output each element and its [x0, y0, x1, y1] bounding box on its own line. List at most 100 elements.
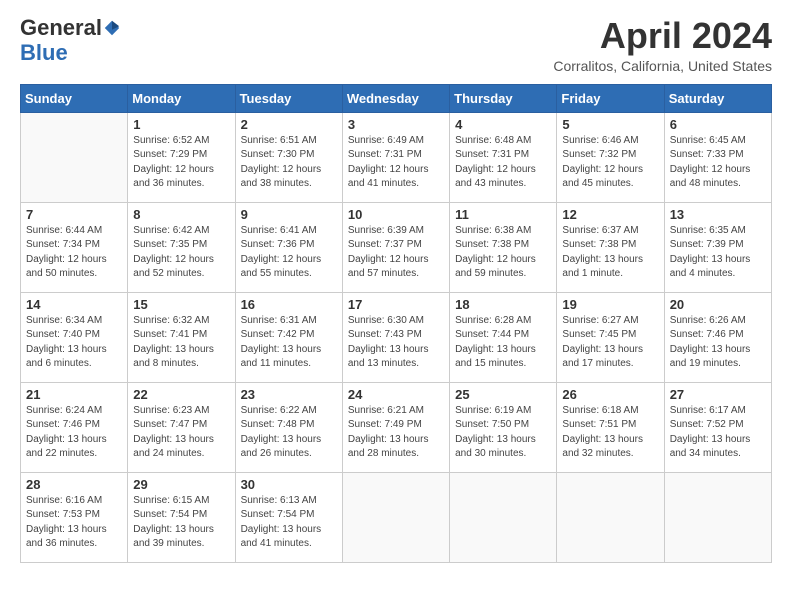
calendar-cell: 23 Sunrise: 6:22 AMSunset: 7:48 PMDayligh… — [235, 382, 342, 472]
week-row-4: 21Sunrise: 6:24 AMSunset: 7:46 PMDayligh… — [21, 382, 772, 472]
day-info: Sunrise: 6:26 AMSunset: 7:46 PMDaylight:… — [670, 314, 766, 372]
calendar-cell: 29 Sunrise: 6:15 AMSunset: 7:54 PMDayligh… — [128, 472, 235, 562]
calendar-cell: 27 Sunrise: 6:17 AMSunset: 7:52 PMDayligh… — [664, 382, 771, 472]
day-number: 5 — [562, 117, 658, 132]
calendar-table: SundayMondayTuesdayWednesdayThursdayFrid… — [20, 84, 772, 563]
day-number: 30 — [241, 477, 337, 492]
day-number: 2 — [241, 117, 337, 132]
calendar-cell — [450, 472, 557, 562]
day-number: 13 — [670, 207, 766, 222]
day-number: 26 — [562, 387, 658, 402]
day-info: Sunrise: 6:32 AMSunset: 7:41 PMDaylight:… — [133, 314, 229, 372]
day-number: 19 — [562, 297, 658, 312]
day-number: 15 — [133, 297, 229, 312]
day-info: Sunrise: 6:21 AMSunset: 7:49 PMDaylight:… — [348, 404, 444, 462]
weekday-header-saturday: Saturday — [664, 84, 771, 112]
day-number: 9 — [241, 207, 337, 222]
page-header: General Blue April 2024 Corralitos, Cali… — [20, 16, 772, 74]
day-number: 6 — [670, 117, 766, 132]
day-info: Sunrise: 6:52 AMSunset: 7:29 PMDaylight:… — [133, 134, 229, 192]
day-number: 10 — [348, 207, 444, 222]
weekday-header-tuesday: Tuesday — [235, 84, 342, 112]
day-info: Sunrise: 6:46 AMSunset: 7:32 PMDaylight:… — [562, 134, 658, 192]
week-row-5: 28 Sunrise: 6:16 AMSunset: 7:53 PMDayligh… — [21, 472, 772, 562]
day-info: Sunrise: 6:17 AMSunset: 7:52 PMDaylight:… — [670, 404, 766, 462]
day-number: 21 — [26, 387, 122, 402]
day-info: Sunrise: 6:22 AMSunset: 7:48 PMDaylight:… — [241, 404, 337, 462]
title-area: April 2024 Corralitos, California, Unite… — [553, 16, 772, 74]
week-row-3: 14Sunrise: 6:34 AMSunset: 7:40 PMDayligh… — [21, 292, 772, 382]
calendar-cell: 7 Sunrise: 6:44 AMSunset: 7:34 PMDaylight… — [21, 202, 128, 292]
day-number: 8 — [133, 207, 229, 222]
day-info: Sunrise: 6:30 AMSunset: 7:43 PMDaylight:… — [348, 314, 444, 372]
day-info: Sunrise: 6:39 AMSunset: 7:37 PMDaylight:… — [348, 224, 444, 282]
day-number: 17 — [348, 297, 444, 312]
calendar-cell: 20 Sunrise: 6:26 AMSunset: 7:46 PMDayligh… — [664, 292, 771, 382]
calendar-cell: 12 Sunrise: 6:37 AMSunset: 7:38 PMDayligh… — [557, 202, 664, 292]
day-info: Sunrise: 6:23 AMSunset: 7:47 PMDaylight:… — [133, 404, 229, 462]
day-number: 23 — [241, 387, 337, 402]
day-number: 16 — [241, 297, 337, 312]
week-row-2: 7 Sunrise: 6:44 AMSunset: 7:34 PMDaylight… — [21, 202, 772, 292]
calendar-cell: 15 Sunrise: 6:32 AMSunset: 7:41 PMDayligh… — [128, 292, 235, 382]
calendar-cell: 5 Sunrise: 6:46 AMSunset: 7:32 PMDaylight… — [557, 112, 664, 202]
day-number: 25 — [455, 387, 551, 402]
day-number: 24 — [348, 387, 444, 402]
week-row-1: 1 Sunrise: 6:52 AMSunset: 7:29 PMDaylight… — [21, 112, 772, 202]
calendar-cell: 26 Sunrise: 6:18 AMSunset: 7:51 PMDayligh… — [557, 382, 664, 472]
day-number: 1 — [133, 117, 229, 132]
calendar-cell: 3Sunrise: 6:49 AMSunset: 7:31 PMDaylight… — [342, 112, 449, 202]
day-info: Sunrise: 6:42 AMSunset: 7:35 PMDaylight:… — [133, 224, 229, 282]
calendar-cell: 11Sunrise: 6:38 AMSunset: 7:38 PMDayligh… — [450, 202, 557, 292]
day-number: 29 — [133, 477, 229, 492]
calendar-cell: 6 Sunrise: 6:45 AMSunset: 7:33 PMDaylight… — [664, 112, 771, 202]
calendar-cell: 16 Sunrise: 6:31 AMSunset: 7:42 PMDayligh… — [235, 292, 342, 382]
day-info: Sunrise: 6:41 AMSunset: 7:36 PMDaylight:… — [241, 224, 337, 282]
day-number: 28 — [26, 477, 122, 492]
calendar-cell: 9 Sunrise: 6:41 AMSunset: 7:36 PMDaylight… — [235, 202, 342, 292]
logo-icon — [103, 19, 121, 37]
day-number: 12 — [562, 207, 658, 222]
calendar-cell: 13Sunrise: 6:35 AMSunset: 7:39 PMDayligh… — [664, 202, 771, 292]
calendar-cell: 2 Sunrise: 6:51 AMSunset: 7:30 PMDaylight… — [235, 112, 342, 202]
day-number: 11 — [455, 207, 551, 222]
day-number: 14 — [26, 297, 122, 312]
day-info: Sunrise: 6:51 AMSunset: 7:30 PMDaylight:… — [241, 134, 337, 192]
day-info: Sunrise: 6:49 AMSunset: 7:31 PMDaylight:… — [348, 134, 444, 192]
calendar-cell: 1 Sunrise: 6:52 AMSunset: 7:29 PMDaylight… — [128, 112, 235, 202]
weekday-header-friday: Friday — [557, 84, 664, 112]
calendar-cell: 22 Sunrise: 6:23 AMSunset: 7:47 PMDayligh… — [128, 382, 235, 472]
day-info: Sunrise: 6:18 AMSunset: 7:51 PMDaylight:… — [562, 404, 658, 462]
weekday-header-thursday: Thursday — [450, 84, 557, 112]
day-number: 27 — [670, 387, 766, 402]
day-info: Sunrise: 6:45 AMSunset: 7:33 PMDaylight:… — [670, 134, 766, 192]
logo-general-text: General — [20, 16, 102, 40]
day-number: 4 — [455, 117, 551, 132]
calendar-cell: 14Sunrise: 6:34 AMSunset: 7:40 PMDayligh… — [21, 292, 128, 382]
calendar-cell — [664, 472, 771, 562]
day-info: Sunrise: 6:31 AMSunset: 7:42 PMDaylight:… — [241, 314, 337, 372]
weekday-header-sunday: Sunday — [21, 84, 128, 112]
day-info: Sunrise: 6:15 AMSunset: 7:54 PMDaylight:… — [133, 494, 229, 552]
location-text: Corralitos, California, United States — [553, 58, 772, 74]
day-info: Sunrise: 6:27 AMSunset: 7:45 PMDaylight:… — [562, 314, 658, 372]
day-info: Sunrise: 6:19 AMSunset: 7:50 PMDaylight:… — [455, 404, 551, 462]
day-info: Sunrise: 6:28 AMSunset: 7:44 PMDaylight:… — [455, 314, 551, 372]
day-number: 7 — [26, 207, 122, 222]
day-info: Sunrise: 6:44 AMSunset: 7:34 PMDaylight:… — [26, 224, 122, 282]
day-number: 20 — [670, 297, 766, 312]
calendar-cell: 8 Sunrise: 6:42 AMSunset: 7:35 PMDaylight… — [128, 202, 235, 292]
calendar-cell: 10 Sunrise: 6:39 AMSunset: 7:37 PMDayligh… — [342, 202, 449, 292]
calendar-cell: 18Sunrise: 6:28 AMSunset: 7:44 PMDayligh… — [450, 292, 557, 382]
calendar-cell — [557, 472, 664, 562]
day-info: Sunrise: 6:16 AMSunset: 7:53 PMDaylight:… — [26, 494, 122, 552]
calendar-cell — [21, 112, 128, 202]
day-info: Sunrise: 6:37 AMSunset: 7:38 PMDaylight:… — [562, 224, 658, 282]
calendar-cell: 25 Sunrise: 6:19 AMSunset: 7:50 PMDayligh… — [450, 382, 557, 472]
calendar-cell: 19 Sunrise: 6:27 AMSunset: 7:45 PMDayligh… — [557, 292, 664, 382]
day-number: 22 — [133, 387, 229, 402]
logo-blue-text: Blue — [20, 40, 68, 65]
day-info: Sunrise: 6:13 AMSunset: 7:54 PMDaylight:… — [241, 494, 337, 552]
calendar-cell: 24 Sunrise: 6:21 AMSunset: 7:49 PMDayligh… — [342, 382, 449, 472]
calendar-cell: 17 Sunrise: 6:30 AMSunset: 7:43 PMDayligh… — [342, 292, 449, 382]
